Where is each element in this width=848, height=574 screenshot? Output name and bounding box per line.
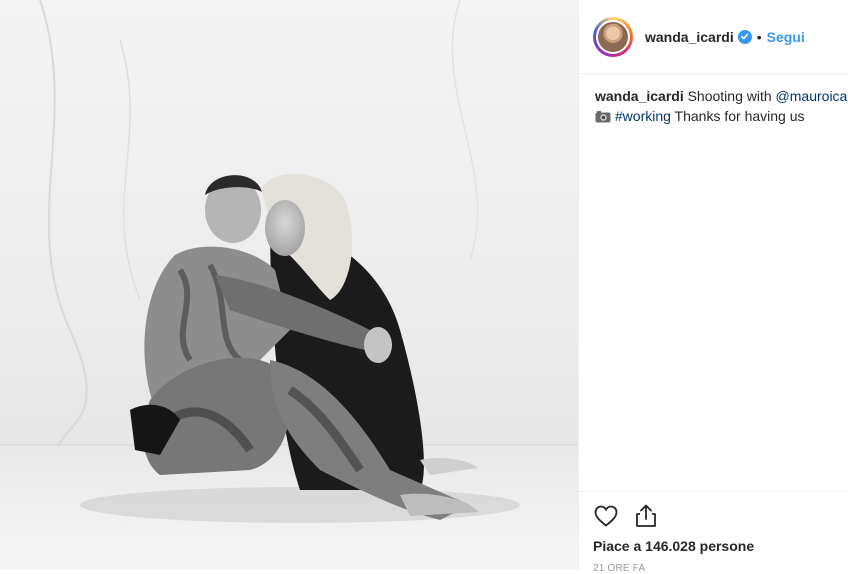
post-actions: Piace a 146.028 persone 21 ORE FA [579,491,848,574]
header-username[interactable]: wanda_icardi [645,29,734,45]
caption-text-before: Shooting with [683,88,776,104]
share-icon[interactable] [633,503,659,529]
caption-username[interactable]: wanda_icardi [595,88,684,104]
post-caption: wanda_icardi Shooting with @mauroicardi … [579,74,848,128]
post-timestamp: 21 ORE FA [593,563,646,574]
camera-icon [595,108,611,128]
post-image [0,0,578,570]
post-sidebar: wanda_icardi • Segui wanda_icardi Shooti… [578,0,848,574]
caption-hashtag[interactable]: #working [615,108,671,124]
post-photo[interactable] [0,0,578,570]
likes-count[interactable]: Piace a 146.028 persone [593,538,848,554]
caption-mention[interactable]: @mauroicardi [776,88,848,104]
post-header: wanda_icardi • Segui [579,0,848,74]
header-separator: • [756,28,762,45]
caption-text-after: Thanks for having us [670,108,805,124]
follow-button[interactable]: Segui [767,29,805,45]
avatar[interactable] [593,16,633,57]
heart-icon[interactable] [593,503,619,529]
verified-badge-icon [737,29,752,44]
